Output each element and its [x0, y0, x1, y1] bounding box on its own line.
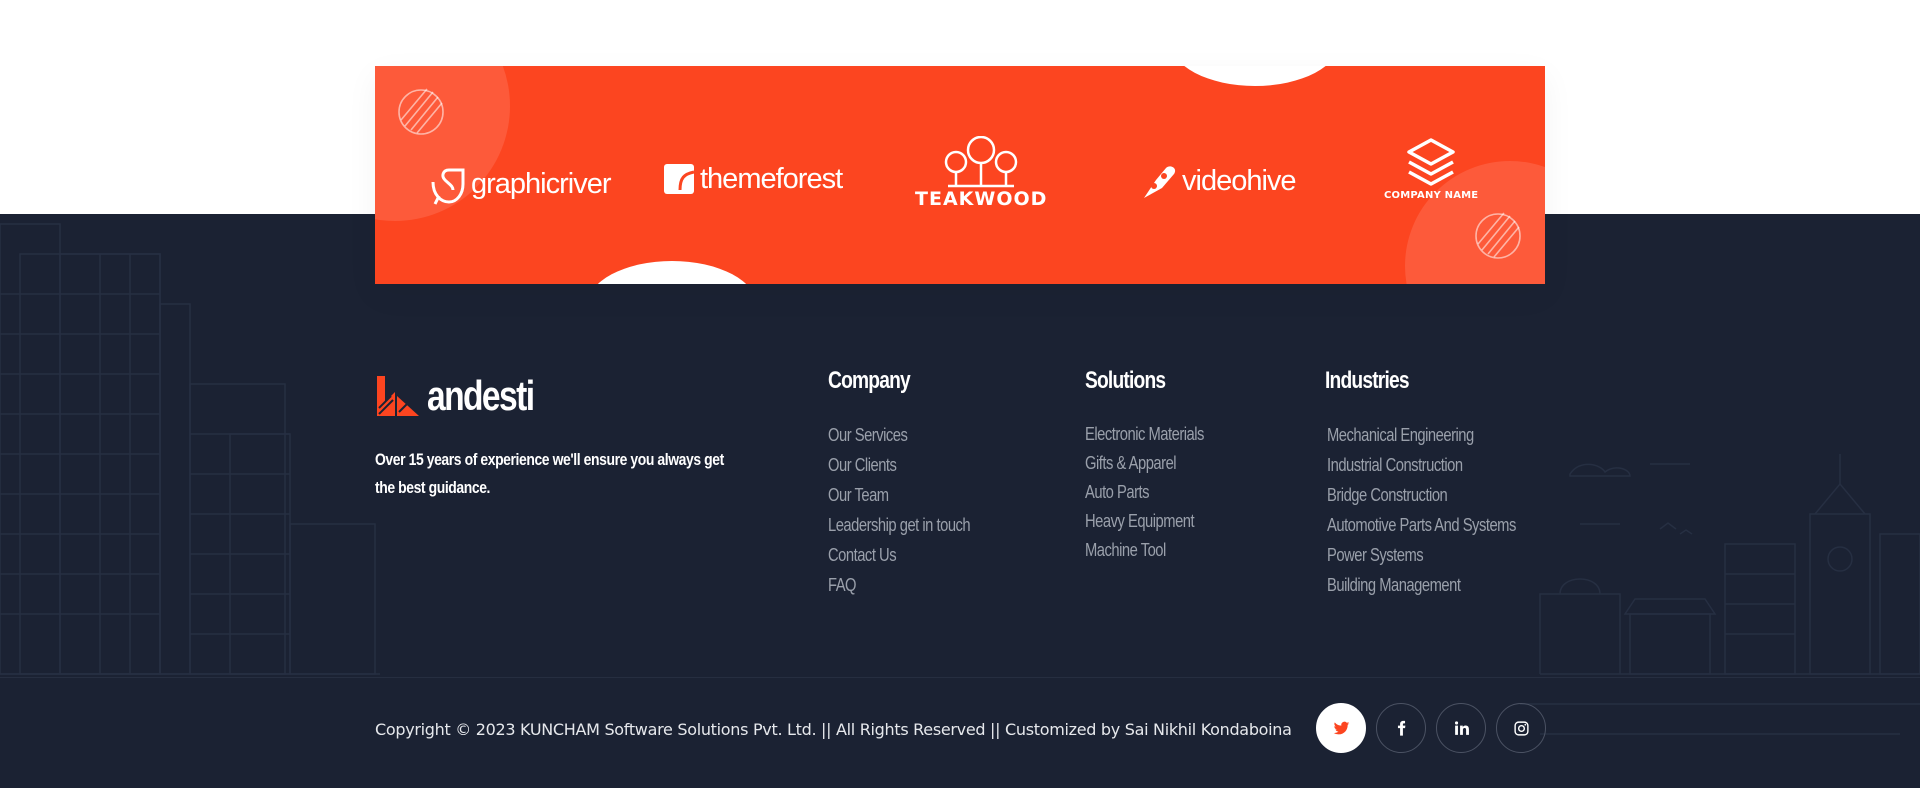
instagram-button[interactable] — [1496, 703, 1546, 753]
teakwood-label: TEAKWOOD — [915, 188, 1048, 210]
videohive-label: videohive — [1182, 164, 1297, 197]
footer-column-solutions: Solutions Electronic Materials Gifts & A… — [1085, 366, 1230, 565]
footer-link-our-clients[interactable]: Our Clients — [828, 450, 970, 480]
themeforest-logo[interactable]: themeforest — [662, 160, 843, 198]
graphicriver-logo[interactable]: graphicriver — [427, 160, 611, 208]
footer-link-heavy-equipment[interactable]: Heavy Equipment — [1085, 507, 1204, 536]
footer-link-our-services[interactable]: Our Services — [828, 420, 970, 450]
tree-icon — [944, 136, 1018, 188]
facebook-icon — [1397, 720, 1405, 736]
site-tagline: Over 15 years of experience we'll ensure… — [375, 450, 724, 497]
footer-link-industrial-construction[interactable]: Industrial Construction — [1327, 450, 1516, 480]
layers-icon — [1407, 138, 1455, 186]
graphicriver-label: graphicriver — [471, 167, 611, 200]
column-title: Company — [828, 367, 911, 394]
footer-link-mechanical-engineering[interactable]: Mechanical Engineering — [1327, 420, 1516, 450]
videohive-logo[interactable]: videohive — [1138, 160, 1297, 202]
andesti-logo-icon — [377, 376, 419, 416]
brand-logos-band: graphicriver themeforest TEAKWOOD videoh… — [375, 66, 1545, 284]
column-title: Industries — [1325, 367, 1410, 394]
column-title: Solutions — [1085, 367, 1166, 394]
social-links — [1316, 703, 1546, 753]
linkedin-icon — [1454, 720, 1469, 735]
footer-link-gifts-apparel[interactable]: Gifts & Apparel — [1085, 449, 1204, 478]
copyright-text: Copyright © 2023 KUNCHAM Software Soluti… — [375, 720, 1292, 739]
footer-about: andesti Over 15 years of experience we'l… — [375, 370, 735, 502]
facebook-button[interactable] — [1376, 703, 1426, 753]
linkedin-button[interactable] — [1436, 703, 1486, 753]
twitter-icon — [1333, 721, 1349, 734]
twitter-button[interactable] — [1316, 703, 1366, 753]
footer-link-automotive-parts[interactable]: Automotive Parts And Systems — [1327, 510, 1516, 540]
graphicriver-icon — [431, 168, 465, 205]
footer-link-our-team[interactable]: Our Team — [828, 480, 970, 510]
footer-divider — [0, 677, 1920, 678]
site-logo[interactable]: andesti — [375, 370, 735, 418]
company-name-label: COMPANY NAME — [1384, 190, 1479, 201]
instagram-icon — [1513, 720, 1529, 736]
footer-link-bridge-construction[interactable]: Bridge Construction — [1327, 480, 1516, 510]
themeforest-label: themeforest — [700, 162, 843, 195]
footer-column-industries: Industries Mechanical Engineering Indust… — [1325, 366, 1557, 600]
teakwood-logo[interactable]: TEAKWOOD — [915, 136, 1047, 210]
footer-link-machine-tool[interactable]: Machine Tool — [1085, 536, 1204, 565]
footer-link-contact-us[interactable]: Contact Us — [828, 540, 970, 570]
footer-link-power-systems[interactable]: Power Systems — [1327, 540, 1516, 570]
company-name-logo[interactable]: COMPANY NAME — [1384, 136, 1478, 201]
videohive-icon — [1144, 166, 1176, 198]
site-name: andesti — [427, 372, 535, 419]
footer-column-company: Company Our Services Our Clients Our Tea… — [828, 366, 1001, 600]
footer-link-building-management[interactable]: Building Management — [1327, 570, 1516, 600]
footer-link-leadership[interactable]: Leadership get in touch — [828, 510, 971, 540]
footer-link-electronic-materials[interactable]: Electronic Materials — [1085, 420, 1204, 449]
footer-link-auto-parts[interactable]: Auto Parts — [1085, 478, 1204, 507]
footer-link-faq[interactable]: FAQ — [828, 570, 970, 600]
themeforest-icon — [664, 164, 695, 194]
